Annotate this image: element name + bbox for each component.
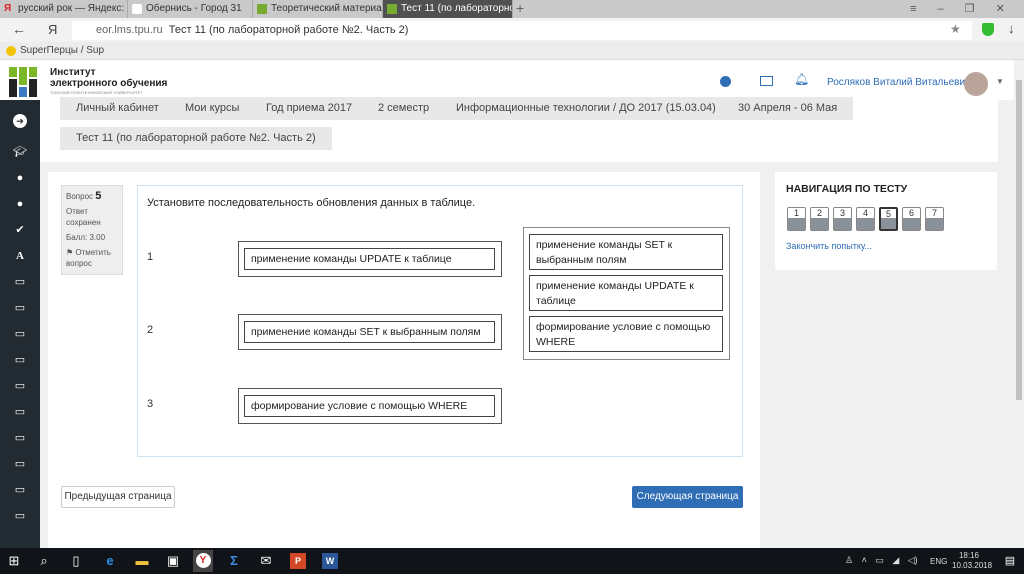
tray-icons[interactable]: ♙ ˄ ▭ ◢ ◁) (845, 555, 918, 566)
powerpoint-icon[interactable]: P (290, 553, 306, 569)
breadcrumb-item[interactable]: Год приема 2017 (250, 97, 369, 120)
flag-question[interactable]: ⚑ Отметить вопрос (66, 247, 118, 269)
bookmark-link[interactable]: SuperПерцы / Sup (20, 45, 104, 56)
nav-question-button[interactable]: 4 (856, 207, 875, 231)
store-icon[interactable]: ▣ (165, 553, 181, 569)
drag-item[interactable]: применение команды SET к выбранным полям (529, 234, 723, 270)
folder-icon[interactable]: ▭ (0, 269, 40, 295)
folder-icon[interactable]: ▭ (0, 503, 40, 529)
nav-question-button[interactable]: 2 (810, 207, 829, 231)
browser-tab-bar: Ярусский рок — Яндекс: нал Обернись - Го… (0, 0, 1024, 18)
toggle-sidebar-icon[interactable]: ➔ (0, 108, 40, 134)
drag-item[interactable]: применение команды UPDATE к таблице (244, 248, 495, 270)
font-icon[interactable]: A (0, 243, 40, 269)
breadcrumb-item[interactable]: Мои курсы (169, 97, 256, 120)
browser-tab[interactable]: Теоретический материал п (253, 0, 383, 18)
drag-item[interactable]: формирование условие с помощью WHERE (529, 316, 723, 352)
language-icon[interactable] (720, 76, 731, 87)
circle-icon[interactable]: ● (0, 191, 40, 217)
browser-tab[interactable]: Ярусский рок — Яндекс: нал (0, 0, 128, 18)
folder-icon[interactable]: ▭ (0, 451, 40, 477)
folder-icon[interactable]: ▭ (0, 321, 40, 347)
question-text: Установите последовательность обновления… (147, 197, 476, 209)
word-icon[interactable]: W (322, 553, 338, 569)
bookmark-icon (6, 46, 16, 56)
browser-tab[interactable]: Обернись - Город 31 (128, 0, 253, 18)
logo-icon[interactable] (9, 67, 37, 97)
breadcrumb-item[interactable]: 2 семестр (362, 97, 446, 120)
file-explorer-icon[interactable]: ▬ (134, 553, 150, 569)
chevron-down-icon[interactable]: ▼ (996, 77, 1004, 86)
browser-tab-active[interactable]: Тест 11 (по лабораторно (383, 0, 513, 18)
window-controls[interactable]: ≡ – ❐ ✕ (910, 2, 1005, 15)
windows-start-icon[interactable]: ⊞ (6, 553, 22, 569)
bookmarks-bar: SuperПерцы / Sup (0, 42, 1024, 60)
finish-attempt-link[interactable]: Закончить попытку... (786, 241, 872, 251)
shield-icon[interactable] (982, 23, 994, 36)
previous-page-button[interactable]: Предыдущая страница (61, 486, 175, 508)
next-page-button[interactable]: Следующая страница (632, 486, 743, 508)
bell-icon[interactable]: 🔔︎ (794, 72, 809, 86)
breadcrumb-item[interactable]: Личный кабинет (60, 97, 175, 120)
search-icon[interactable]: ⌕ (36, 553, 52, 569)
mail-icon[interactable] (760, 76, 773, 86)
yandex-browser-icon[interactable]: Y (195, 553, 211, 568)
folder-icon[interactable]: ▭ (0, 347, 40, 373)
site-icon (387, 4, 397, 14)
sidebar: ➔ 🎓︎ ● ● ✔ A ▭ ▭ ▭ ▭ ▭ ▭ ▭ ▭ ▭ ▭ (0, 100, 40, 548)
graduation-cap-icon[interactable]: 🎓︎ (0, 139, 40, 165)
breadcrumb-item[interactable]: 30 Апреля - 06 Мая (722, 97, 854, 120)
task-view-icon[interactable]: ▯ (68, 553, 84, 569)
folder-icon[interactable]: ▭ (0, 373, 40, 399)
new-tab-button[interactable]: + (516, 0, 524, 16)
drag-item[interactable]: применение команды SET к выбранным полям (244, 321, 495, 343)
breadcrumb: Личный кабинет Мои курсы Год приема 2017… (40, 97, 998, 162)
avatar[interactable] (964, 72, 988, 96)
check-circle-icon[interactable]: ✔ (0, 217, 40, 243)
site-icon (257, 4, 267, 14)
users-icon[interactable]: ● (0, 165, 40, 191)
back-icon[interactable]: ← (12, 21, 26, 37)
folder-icon[interactable]: ▭ (0, 295, 40, 321)
nav-question-button[interactable]: 3 (833, 207, 852, 231)
question-info: Вопрос 5 Ответ сохранен Балл: 3.00 ⚑ Отм… (61, 185, 123, 275)
yandex-icon[interactable]: Я (48, 22, 57, 37)
star-icon[interactable]: ★ (950, 22, 961, 36)
scrollbar[interactable] (1014, 60, 1024, 548)
download-icon[interactable]: ↓ (1008, 21, 1015, 36)
mail-app-icon[interactable]: ✉ (258, 553, 274, 569)
flag-icon: ⚑ (66, 248, 74, 257)
nav-question-button[interactable]: 7 (925, 207, 944, 231)
notifications-icon[interactable]: ▤ (1002, 553, 1018, 569)
folder-icon[interactable]: ▭ (0, 477, 40, 503)
clock[interactable]: 18:16 10.03.2018 (952, 551, 992, 571)
drag-item[interactable]: применение команды UPDATE к таблице (529, 275, 723, 311)
nav-question-button[interactable]: 1 (787, 207, 806, 231)
sigma-icon[interactable]: Σ (226, 553, 242, 569)
yandex-icon: Я (4, 3, 12, 14)
nav-question-button[interactable]: 6 (902, 207, 921, 231)
user-menu[interactable]: Росляков Виталий Витальевич (827, 77, 970, 88)
url-input[interactable]: eor.lms.tpu.ru Тест 11 (по лабораторной … (72, 21, 972, 40)
drag-item[interactable]: формирование условие с помощью WHERE (244, 395, 495, 417)
site-header: Институт электронного обучения ТОМСКИЙ ПО… (0, 60, 1014, 100)
nav-question-button-current[interactable]: 5 (879, 207, 898, 231)
play-icon (132, 4, 142, 14)
edge-icon[interactable]: e (102, 553, 118, 569)
breadcrumb-item[interactable]: Информационные технологии / ДО 2017 (15.… (440, 97, 732, 120)
language-indicator[interactable]: ENG (930, 557, 947, 566)
folder-icon[interactable]: ▭ (0, 425, 40, 451)
folder-icon[interactable]: ▭ (0, 399, 40, 425)
breadcrumb-item[interactable]: Тест 11 (по лабораторной работе №2. Част… (60, 127, 332, 150)
